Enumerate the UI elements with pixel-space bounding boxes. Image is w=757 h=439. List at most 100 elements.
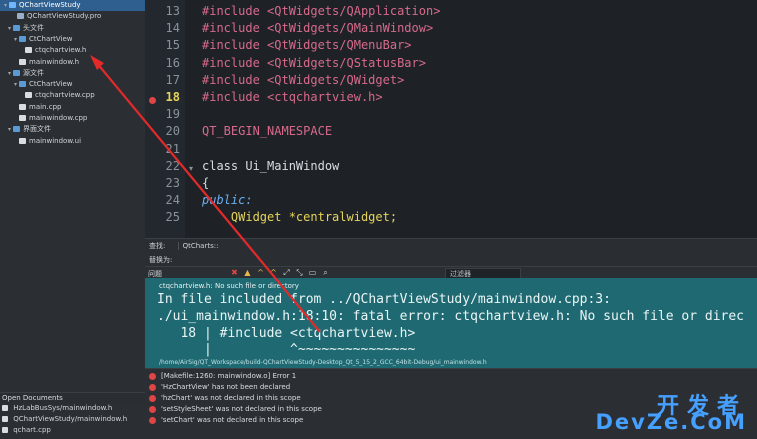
find-row: 查找: QtCharts:: — [149, 241, 222, 251]
tree-item-label: mainwindow.ui — [29, 136, 82, 145]
project-tree: ▾ QChartViewStudy QChartViewStudy.pro ▾ 头文件 ▾… — [0, 0, 147, 392]
folder-icon — [13, 69, 20, 76]
tree-item[interactable]: ▾ 源文件 — [0, 68, 151, 79]
compile-output-line: ./ui_mainwindow.h:18:10: fatal error: ct… — [157, 309, 744, 324]
expand-chevron-icon[interactable]: ▾ — [2, 0, 9, 11]
expand-chevron-icon[interactable]: ▾ — [6, 68, 13, 79]
code-line[interactable]: { — [202, 176, 209, 190]
compile-output-title: ctqchartview.h: No such file or director… — [159, 282, 299, 290]
file-icon — [19, 137, 26, 144]
line-number: 24 — [165, 193, 180, 208]
tree-item-label: mainwindow.h — [29, 57, 80, 66]
line-number: 22 — [165, 158, 180, 173]
line-number: 20 — [165, 124, 180, 139]
expand-chevron-icon[interactable]: ▾ — [12, 79, 19, 90]
code-line[interactable]: #include <ctqchartview.h> — [202, 90, 383, 104]
error-icon — [149, 384, 156, 391]
tree-item-label: QChartViewStudy.pro — [27, 12, 102, 21]
line-number: 25 — [165, 210, 180, 225]
qtcharts-search-chip[interactable]: QtCharts:: — [177, 242, 223, 250]
tree-item[interactable]: mainwindow.h — [0, 57, 157, 68]
code-line[interactable]: class Ui_MainWindow — [202, 159, 339, 173]
error-filter-icon[interactable]: ✖ — [230, 268, 239, 277]
watermark-en: DevZe.CoM — [595, 410, 747, 434]
tree-item-label: ctqchartview.h — [35, 46, 87, 55]
open-documents-panel: Open Documents HzLabBusSys/mainwindow.h … — [0, 392, 145, 439]
tree-item-label: CtChartView — [29, 80, 73, 89]
expand-chevron-icon[interactable]: ▾ — [12, 34, 19, 45]
line-number: 15 — [165, 38, 180, 53]
code-line[interactable]: public: — [202, 193, 253, 207]
tree-item[interactable]: mainwindow.ui — [0, 136, 157, 147]
line-number: 23 — [165, 176, 180, 190]
error-icon — [149, 395, 156, 402]
tree-item[interactable]: ▾ 界面文件 — [0, 124, 151, 135]
code-line[interactable]: QWidget *centralwidget; — [202, 210, 397, 224]
next-issue-icon[interactable]: ^ — [269, 268, 278, 277]
file-icon — [2, 427, 8, 433]
tree-item[interactable]: ▾ QChartViewStudy — [0, 0, 147, 11]
qt-creator-window: ▾ QChartViewStudy QChartViewStudy.pro ▾ 头文件 ▾… — [0, 0, 757, 439]
line-number: 19 — [165, 107, 180, 122]
tree-item[interactable]: QChartViewStudy.pro — [0, 11, 155, 22]
code-line[interactable]: #include <QtWidgets/QStatusBar> — [202, 56, 426, 70]
expand-chevron-icon[interactable]: ▾ — [6, 124, 13, 135]
tree-item-label: 源文件 — [23, 68, 44, 77]
tree-item[interactable]: ctqchartview.h — [0, 45, 163, 56]
fold-chevron-icon[interactable]: ▾ — [189, 164, 193, 173]
folder-icon — [19, 81, 26, 88]
tree-item[interactable]: ctqchartview.cpp — [0, 90, 163, 101]
find-replace-bar: 查找: QtCharts:: 替换为: — [145, 238, 757, 267]
code-line[interactable]: QT_BEGIN_NAMESPACE — [202, 124, 332, 138]
project-panel: ▾ QChartViewStudy QChartViewStudy.pro ▾ 头文件 ▾… — [0, 0, 147, 439]
open-document-item[interactable]: HzLabBusSys/mainwindow.h — [0, 403, 145, 414]
line-number: 13 — [165, 4, 180, 18]
watermark-logo: 开发者 DevZe.CoM — [595, 388, 757, 438]
file-icon — [19, 58, 26, 65]
issue-row[interactable]: [Makefile:1260: mainwindow.o] Error 1 — [145, 371, 757, 382]
collapse-icon[interactable]: ⤡ — [295, 268, 304, 277]
tree-item-label: main.cpp — [29, 102, 62, 111]
tree-item[interactable]: ▾ 头文件 — [0, 23, 151, 34]
compile-output-line: | ^~~~~~~~~~~~~~~~ — [157, 342, 416, 357]
file-icon — [19, 103, 26, 110]
code-line[interactable]: #include <QtWidgets/QApplication> — [202, 4, 440, 18]
expand-icon[interactable]: ⤢ — [282, 268, 291, 277]
replace-label: 替换为: — [149, 256, 173, 264]
folder-icon — [13, 126, 20, 133]
line-number: 16 — [165, 55, 180, 70]
compile-output-line: In file included from ../QChartViewStudy… — [157, 292, 611, 307]
code-line[interactable]: #include <QtWidgets/QMainWindow> — [202, 21, 433, 35]
code-line[interactable]: #include <QtWidgets/QWidget> — [202, 73, 404, 87]
tree-item-label: QChartViewStudy — [19, 1, 81, 9]
line-number: 14 — [165, 21, 180, 36]
prev-issue-icon[interactable]: ^ — [256, 268, 265, 277]
output-path: /home/AirSig/QT_Workspace/build-QChartVi… — [159, 359, 487, 366]
file-icon — [25, 47, 32, 54]
tree-item[interactable]: mainwindow.cpp — [0, 113, 157, 124]
warning-filter-icon[interactable]: ▲ — [243, 268, 252, 277]
line-number: 18 — [165, 90, 180, 104]
expand-chevron-icon[interactable]: ▾ — [6, 23, 13, 34]
find-label: 查找: — [149, 242, 166, 250]
tree-item-label: CtChartView — [29, 34, 73, 43]
error-icon — [149, 417, 156, 424]
search-icon: ⌕ — [323, 268, 328, 277]
pro-file-icon — [17, 13, 24, 20]
line-number: 21 — [165, 141, 180, 156]
file-icon — [2, 405, 8, 411]
open-documents-title: Open Documents — [0, 393, 145, 403]
tree-item[interactable]: main.cpp — [0, 102, 157, 113]
compile-output-panel: ctqchartview.h: No such file or director… — [145, 278, 757, 368]
code-editor[interactable]: ▾ 13 #include <QtWidgets/QApplication> 14 #… — [145, 0, 757, 238]
tree-item-label: ctqchartview.cpp — [35, 91, 95, 100]
tree-item[interactable]: ▾ CtChartView — [0, 34, 157, 45]
line-number: 17 — [165, 72, 180, 87]
file-icon — [25, 92, 32, 99]
open-document-item[interactable]: QChartViewStudy/mainwindow.h — [0, 414, 145, 425]
tree-item[interactable]: ▾ CtChartView — [0, 79, 157, 90]
screen-icon[interactable]: ▭ — [308, 268, 317, 277]
folder-icon — [13, 24, 20, 31]
open-document-item[interactable]: qchart.cpp — [0, 425, 145, 436]
code-line[interactable]: #include <QtWidgets/QMenuBar> — [202, 38, 412, 52]
